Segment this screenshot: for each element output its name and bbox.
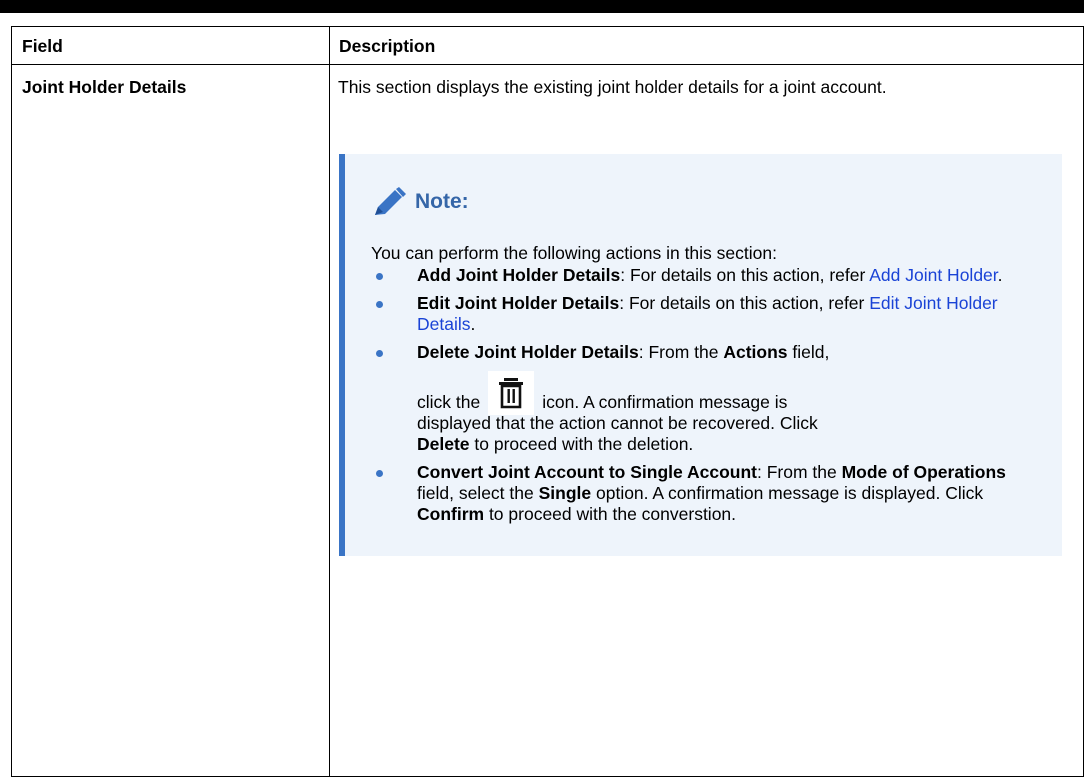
bullet	[376, 470, 383, 477]
document-page: Field Description Joint Holder Details T…	[0, 0, 1084, 777]
header-description: Description	[329, 26, 1084, 65]
note-lead: You can perform the following actions in…	[371, 243, 777, 263]
item-emphasis: Mode of Operations	[841, 462, 1006, 482]
note-title: Note:	[415, 190, 469, 213]
item-emphasis: Delete	[417, 434, 470, 454]
item-title: Delete Joint Holder Details	[417, 342, 639, 362]
item-title: Convert Joint Account to Single Account	[417, 462, 757, 482]
actions-list: Add Joint Holder Details: For details on…	[371, 265, 1062, 525]
top-rule	[0, 0, 1084, 13]
icon-line: click the icon. A confirmation message i…	[417, 371, 1031, 415]
item-text: : For details on this action, refer	[619, 293, 870, 313]
item-text: field,	[787, 342, 830, 362]
table-row: Joint Holder Details This section displa…	[11, 64, 1084, 777]
table-header-row: Field Description	[11, 26, 1084, 65]
note-box: Note: You can perform the following acti…	[339, 154, 1062, 556]
list-item: Add Joint Holder Details: For details on…	[371, 265, 1031, 286]
list-item: Edit Joint Holder Details: For details o…	[371, 293, 1031, 335]
bullet	[376, 301, 383, 308]
item-text: click the	[417, 392, 481, 412]
item-text: : For details on this action, refer	[620, 265, 870, 285]
list-item: Delete Joint Holder Details: From the Ac…	[371, 342, 1031, 455]
item-end: .	[470, 314, 476, 334]
list-item: Convert Joint Account to Single Account:…	[371, 462, 1031, 525]
trash-icon	[488, 371, 535, 415]
item-text: to proceed with the converstion.	[484, 504, 737, 524]
description-intro: This section displays the existing joint…	[338, 77, 887, 97]
item-text: option. A confirmation message is displa…	[591, 483, 984, 503]
item-emphasis: Single	[538, 483, 592, 503]
item-emphasis: Confirm	[417, 504, 485, 524]
header-field: Field	[11, 26, 330, 65]
add-joint-holder-link[interactable]: Add Joint Holder	[869, 265, 997, 285]
item-text: to proceed with the deletion.	[469, 434, 694, 454]
item-emphasis: Actions	[723, 342, 788, 362]
item-text: icon. A confirmation message is	[542, 392, 788, 412]
item-text: field, select the	[417, 483, 539, 503]
bullet	[376, 350, 383, 357]
field-description: This section displays the existing joint…	[329, 64, 1084, 777]
field-name: Joint Holder Details	[11, 64, 330, 777]
item-end: .	[997, 265, 1003, 285]
item-title: Add Joint Holder Details	[417, 265, 621, 285]
bullet	[376, 273, 383, 280]
item-text: displayed that the action cannot be reco…	[417, 413, 818, 433]
note-heading: Note:	[371, 185, 1062, 219]
item-text: : From the	[756, 462, 842, 482]
item-text: : From the	[638, 342, 724, 362]
item-title: Edit Joint Holder Details	[417, 293, 620, 313]
field-description-table: Field Description Joint Holder Details T…	[11, 26, 1084, 777]
pencil-icon	[375, 187, 406, 215]
